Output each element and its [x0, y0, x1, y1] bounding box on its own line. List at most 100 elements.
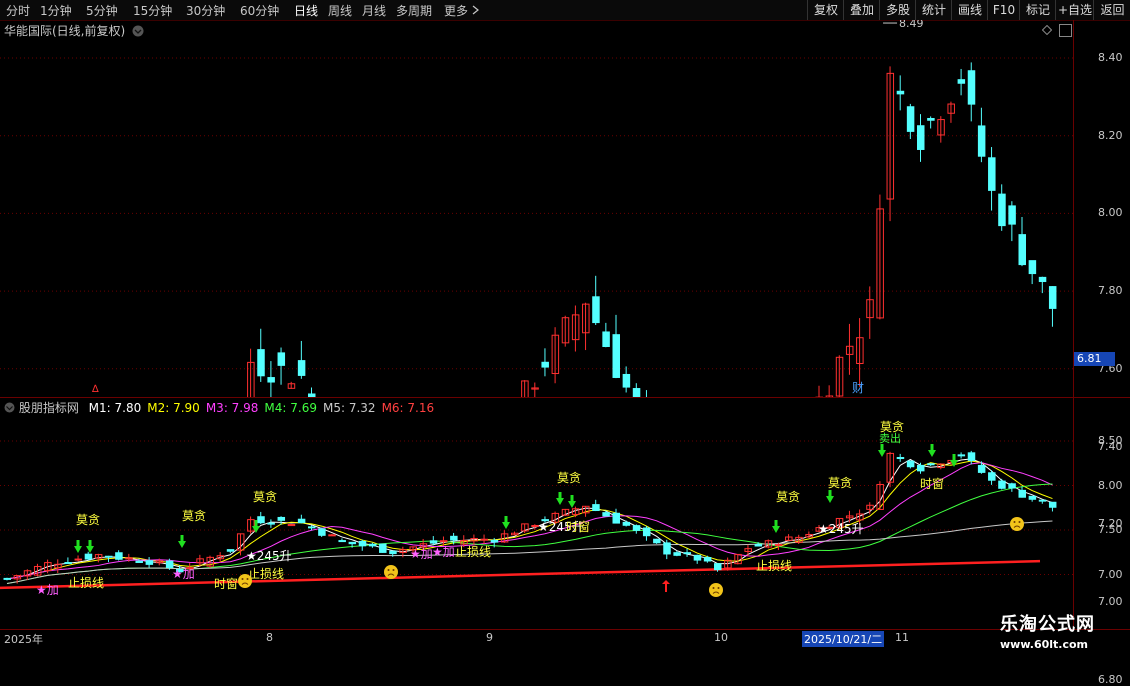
- ind-candle-body: [927, 463, 935, 466]
- ind-candle-body: [917, 464, 925, 472]
- candle-body: [957, 79, 966, 84]
- date-label-nov: 11: [895, 631, 909, 644]
- sad-face-eye: [246, 578, 249, 580]
- mark-button[interactable]: 标记: [1019, 0, 1056, 20]
- sad-face-icon: [238, 574, 252, 588]
- current-price-badge: 6.81: [1074, 352, 1115, 366]
- sad-face-eye: [387, 569, 390, 571]
- down-arrow-icon: [74, 540, 82, 553]
- candle-body: [592, 296, 600, 324]
- sad-face-icon: [709, 583, 723, 597]
- ind-candle-body: [774, 544, 783, 547]
- candle-body: [977, 125, 986, 157]
- candlestick-chart[interactable]: 8.496.76财∆: [0, 20, 1073, 398]
- ind-candle-body: [622, 521, 631, 526]
- f10-button[interactable]: F10: [987, 0, 1020, 20]
- ind-candle-body: [348, 541, 357, 545]
- add-label: ★加: [410, 547, 433, 561]
- period-tab-daily[interactable]: 日线: [294, 2, 318, 19]
- period-tab-30min[interactable]: 30分钟: [186, 2, 225, 19]
- sad-face-icon: [384, 565, 398, 579]
- ind-candle-body: [74, 558, 83, 561]
- ind-candle-body: [663, 542, 671, 555]
- candle-body: [267, 377, 275, 383]
- down-arrow-icon: [556, 492, 564, 505]
- date-axis-divider: [0, 629, 1130, 630]
- ind-candle-body: [1038, 499, 1047, 502]
- high-price-label: 8.49: [899, 20, 924, 30]
- ma-line: [6, 458, 1053, 580]
- ind-candle-body: [1048, 501, 1057, 508]
- chevron-right-icon[interactable]: [472, 5, 480, 15]
- candle-body: [541, 361, 549, 368]
- ind-candle-body: [988, 472, 996, 481]
- multi-stock-button[interactable]: 多股: [879, 0, 916, 20]
- stop-loss-label: 止损线: [455, 545, 491, 559]
- ind-candle-body: [125, 557, 133, 560]
- start-245-label: ★245升: [818, 522, 864, 536]
- up-arrow-icon: [662, 580, 670, 592]
- add-watchlist-button[interactable]: +自选: [1055, 0, 1094, 20]
- start-245-label: ★245升: [246, 549, 292, 563]
- fin-marker: 财: [852, 381, 864, 395]
- mo-tan-label: 莫贪: [776, 489, 800, 504]
- period-tab-multi[interactable]: 多周期: [396, 2, 432, 19]
- candle-body: [927, 117, 935, 121]
- indicator-chart[interactable]: 莫贪 莫贪莫贪莫贪莫贪莫贪莫贪止损线止损线止损线止损线★加★加★加 ★加★245升★…: [0, 398, 1073, 628]
- draw-line-button[interactable]: 画线: [951, 0, 988, 20]
- ind-candle-body: [592, 504, 600, 512]
- candle-body: [906, 106, 915, 132]
- period-tab-more[interactable]: 更多: [444, 2, 468, 19]
- date-label-cursor: 2025/10/21/二: [802, 631, 885, 647]
- candle-body: [1028, 260, 1037, 275]
- ind-candle-body: [135, 560, 143, 563]
- ind-candle-body: [714, 563, 722, 571]
- price-axis-divider: [1073, 20, 1074, 630]
- ind-candle-body: [612, 512, 620, 524]
- candle-body: [277, 352, 286, 366]
- indicator-tick-label: 7.50: [1098, 523, 1123, 536]
- period-tab-60min[interactable]: 60分钟: [240, 2, 279, 19]
- candle-body: [998, 193, 1006, 227]
- add-label: ★加: [432, 545, 455, 559]
- statistics-button[interactable]: 统计: [915, 0, 952, 20]
- ind-candle-body: [277, 516, 286, 521]
- indicator-tick-label: 7.00: [1098, 567, 1123, 581]
- watermark-url: www.60lt.com: [1000, 638, 1089, 651]
- fuquan-button[interactable]: 复权: [807, 0, 844, 20]
- ind-candle-body: [642, 527, 651, 537]
- down-arrow-icon: [502, 516, 510, 529]
- ind-candle-body: [632, 525, 641, 531]
- period-tab-1min[interactable]: 1分钟: [40, 2, 72, 19]
- sad-face-eye: [717, 587, 720, 589]
- ind-candle-body: [490, 539, 499, 543]
- ind-candle-body: [977, 464, 986, 473]
- ind-candle-body: [358, 540, 367, 547]
- period-tab-weekly[interactable]: 周线: [328, 2, 352, 19]
- overlay-button[interactable]: 叠加: [843, 0, 880, 20]
- ind-candle-body: [318, 528, 326, 536]
- candle-body: [297, 360, 306, 376]
- back-button[interactable]: 返回: [1093, 0, 1130, 20]
- indicator-tick-label: 8.50: [1098, 434, 1123, 447]
- watermark-title: 乐淘公式网: [1000, 614, 1095, 635]
- ind-candle-body: [226, 549, 235, 552]
- mo-tan-label: 莫贪: [253, 489, 277, 504]
- price-tick-label: 7.00: [1098, 594, 1123, 608]
- stop-loss-label: 止损线: [756, 559, 792, 573]
- period-tab-monthly[interactable]: 月线: [362, 2, 386, 19]
- wait-label: 时窗: [566, 520, 590, 534]
- candle-body: [602, 331, 610, 348]
- period-tab-5min[interactable]: 5分钟: [86, 2, 118, 19]
- down-arrow-icon: [568, 495, 576, 508]
- period-tab-fenshi[interactable]: 分时: [6, 2, 30, 19]
- watermark-logo: 乐淘公式网 www.60lt.com: [1000, 610, 1095, 651]
- ind-candle-body: [703, 557, 712, 562]
- period-tab-15min[interactable]: 15分钟: [133, 2, 172, 19]
- candle-body: [257, 349, 265, 377]
- ind-candle-body: [957, 454, 966, 457]
- mo-tan-label: 莫贪: [557, 470, 581, 485]
- ind-candle-body: [1018, 489, 1026, 498]
- stop-loss-label: 止损线: [68, 576, 104, 590]
- date-label-oct: 10: [714, 631, 728, 644]
